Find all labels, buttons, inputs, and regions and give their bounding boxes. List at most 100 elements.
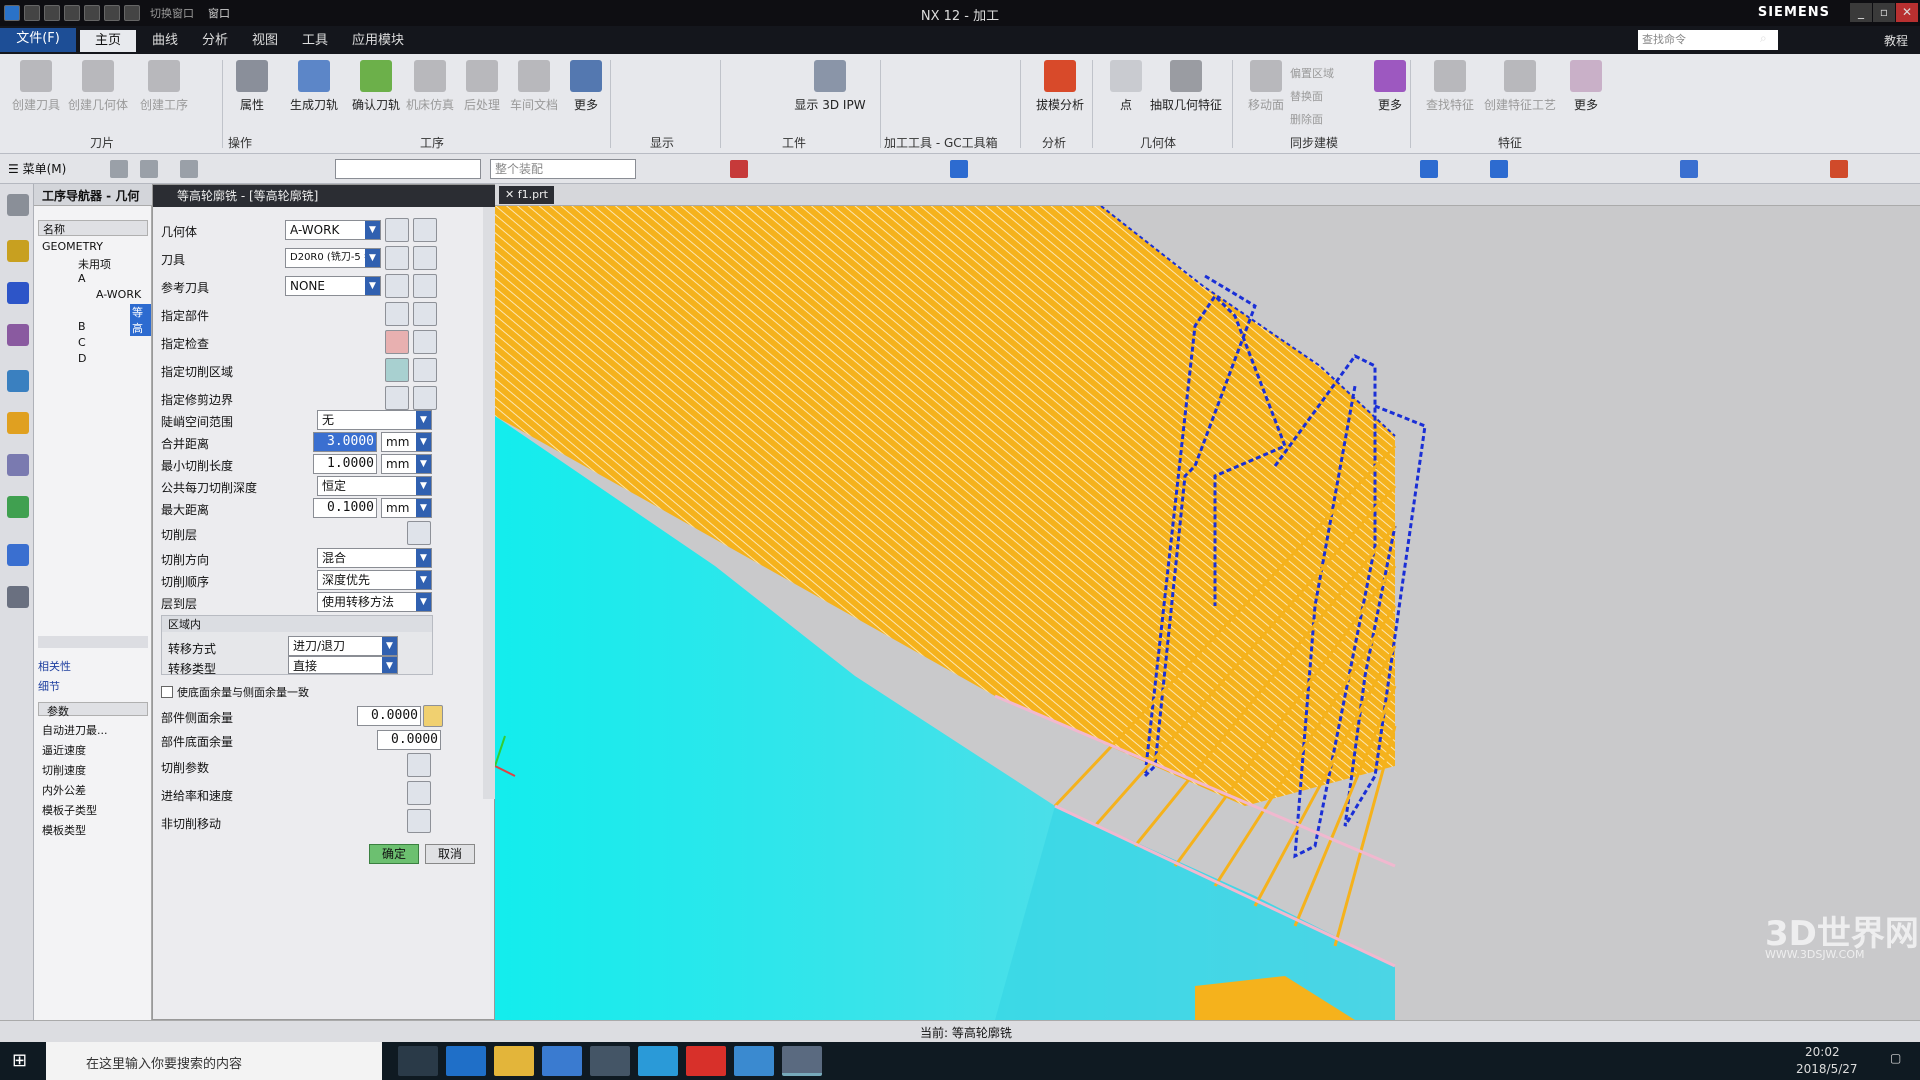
tree-node-a-work[interactable]: A-WORK — [96, 288, 141, 301]
notification-icon[interactable]: ▢ — [1890, 1051, 1910, 1071]
close-icon[interactable]: ✕ — [505, 188, 518, 201]
merge-distance-input[interactable]: 3.0000 — [313, 432, 377, 452]
more-button-sync[interactable]: 更多 — [1360, 60, 1420, 113]
move-face-button[interactable]: 移动面 — [1236, 60, 1296, 113]
file-menu[interactable]: 文件(F) — [0, 28, 76, 52]
delete-face-button[interactable]: 删除面 — [1290, 108, 1370, 131]
min-cut-length-unit[interactable]: mm ▼ — [381, 454, 432, 474]
tree-node-d[interactable]: D — [78, 352, 86, 365]
tree-node-operation[interactable]: 等高 — [130, 304, 151, 336]
fit-view-icon[interactable] — [1420, 160, 1438, 178]
more-button-ops[interactable]: 更多 — [556, 60, 616, 113]
transfer-method-select[interactable]: 进刀/退刀 ▼ — [288, 636, 398, 656]
lock-icon[interactable] — [423, 705, 443, 727]
floor-same-as-side-checkbox[interactable] — [161, 686, 173, 698]
dialog-scrollbar[interactable] — [483, 207, 495, 799]
wcs-icon[interactable] — [1830, 160, 1848, 178]
extract-geometry-button[interactable]: 抽取几何特征 — [1148, 60, 1224, 113]
generate-path-button[interactable]: 生成刀轨 — [284, 60, 344, 113]
horizontal-scrollbar[interactable] — [38, 636, 148, 648]
create-feature-process-button[interactable]: 创建特征工艺 — [1480, 60, 1560, 113]
tree-node-c[interactable]: C — [78, 336, 86, 349]
show-part-button[interactable] — [413, 302, 437, 326]
tab-part-file[interactable]: ✕ f1.prt — [499, 186, 554, 204]
operation-navigator-icon[interactable] — [7, 240, 29, 262]
scope-filter-select[interactable]: 整个装配 — [490, 159, 636, 179]
tree-node-unused[interactable]: 未用项 — [78, 256, 111, 272]
cube-view-icon[interactable] — [950, 160, 968, 178]
part-floor-stock-input[interactable]: 0.0000 — [377, 730, 441, 750]
show-cut-area-button[interactable] — [413, 358, 437, 382]
non-cutting-button[interactable] — [407, 809, 431, 833]
max-distance-input[interactable]: 0.1000 — [313, 498, 377, 518]
specify-cut-area-button[interactable] — [385, 358, 409, 382]
param-item[interactable]: 自动进刀最... — [42, 722, 108, 738]
command-search-input[interactable]: 查找命令 — [1638, 30, 1778, 50]
transfer-type-select[interactable]: 直接 ▼ — [288, 656, 398, 674]
edge-icon[interactable] — [446, 1046, 486, 1076]
app-k-icon[interactable] — [638, 1046, 678, 1076]
task-view-icon[interactable] — [398, 1046, 438, 1076]
param-item[interactable]: 内外公差 — [42, 782, 86, 798]
tree-node-geometry[interactable]: GEOMETRY — [42, 240, 103, 253]
cut-order-select[interactable]: 深度优先 ▼ — [317, 570, 432, 590]
shop-doc-button[interactable]: 车间文档 — [504, 60, 564, 113]
tab-home[interactable]: 主页 — [80, 30, 136, 52]
windows-start-icon[interactable]: ⊞ — [12, 1051, 32, 1071]
roles-icon[interactable] — [7, 586, 29, 608]
region-header[interactable]: 区域内 — [162, 616, 432, 632]
create-operation-button[interactable]: 创建工序 — [134, 60, 194, 113]
web-browser-icon[interactable] — [7, 496, 29, 518]
replace-face-button[interactable]: 替换面 — [1290, 85, 1370, 108]
menu-button[interactable]: ☰ 菜单(M) — [8, 160, 66, 177]
ref-tool-select[interactable]: NONE ▼ — [285, 276, 381, 296]
verify-path-button[interactable]: 确认刀轨 — [346, 60, 406, 113]
settings-icon[interactable] — [7, 194, 29, 216]
app-blue-icon[interactable] — [734, 1046, 774, 1076]
merge-distance-unit[interactable]: mm ▼ — [381, 432, 432, 452]
filter-icon[interactable] — [140, 160, 158, 178]
assembly-icon[interactable] — [7, 370, 29, 392]
cancel-button[interactable]: 取消 — [425, 844, 475, 864]
tree-node-b[interactable]: B — [78, 320, 86, 333]
tab-application[interactable]: 应用模块 — [340, 30, 416, 52]
new-tool-button[interactable] — [385, 246, 409, 270]
graphics-window[interactable]: 3D世界网 WWW.3DSJW.COM — [495, 206, 1920, 1020]
search-icon[interactable]: ⌕ — [1760, 31, 1767, 46]
rotate-icon[interactable] — [1490, 160, 1508, 178]
specify-check-button[interactable] — [385, 330, 409, 354]
edit-tool-button[interactable] — [413, 246, 437, 270]
ok-button[interactable]: 确定 — [369, 844, 419, 864]
file-explorer-icon[interactable] — [494, 1046, 534, 1076]
store-icon[interactable] — [542, 1046, 582, 1076]
minimize-button[interactable]: _ — [1850, 3, 1872, 22]
part-side-stock-input[interactable]: 0.0000 — [357, 706, 421, 726]
type-filter-select[interactable] — [335, 159, 481, 179]
common-depth-select[interactable]: 恒定 ▼ — [317, 476, 432, 496]
cut-params-button[interactable] — [407, 753, 431, 777]
tab-tools[interactable]: 工具 — [290, 30, 340, 52]
tab-curve[interactable]: 曲线 — [140, 30, 190, 52]
create-tool-button[interactable]: 创建刀具 — [6, 60, 66, 113]
find-feature-button[interactable]: 查找特征 — [1420, 60, 1480, 113]
draft-analysis-button[interactable]: 拔模分析 — [1030, 60, 1090, 113]
select-icon[interactable] — [180, 160, 198, 178]
part-navigator-icon[interactable] — [7, 324, 29, 346]
feeds-speeds-button[interactable] — [407, 781, 431, 805]
tree-node-a[interactable]: A — [78, 272, 86, 285]
show-trim-boundary-button[interactable] — [413, 386, 437, 410]
section-dependencies[interactable]: 相关性 — [38, 658, 71, 674]
cut-direction-select[interactable]: 混合 ▼ — [317, 548, 432, 568]
postprocess-button[interactable]: 后处理 — [452, 60, 512, 113]
specify-trim-boundary-button[interactable] — [385, 386, 409, 410]
properties-button[interactable]: 属性 — [222, 60, 282, 113]
mail-icon[interactable] — [590, 1046, 630, 1076]
specify-part-button[interactable] — [385, 302, 409, 326]
param-item[interactable]: 模板类型 — [42, 822, 86, 838]
tool-select[interactable]: D20R0 (铣刀-5 参 ▼ — [285, 248, 381, 268]
machine-tool-icon[interactable] — [7, 282, 29, 304]
nx-taskbar-icon[interactable] — [782, 1046, 822, 1076]
level-to-level-select[interactable]: 使用转移方法 ▼ — [317, 592, 432, 612]
snap-icon[interactable] — [110, 160, 128, 178]
machine-sim-button[interactable]: 机床仿真 — [400, 60, 460, 113]
